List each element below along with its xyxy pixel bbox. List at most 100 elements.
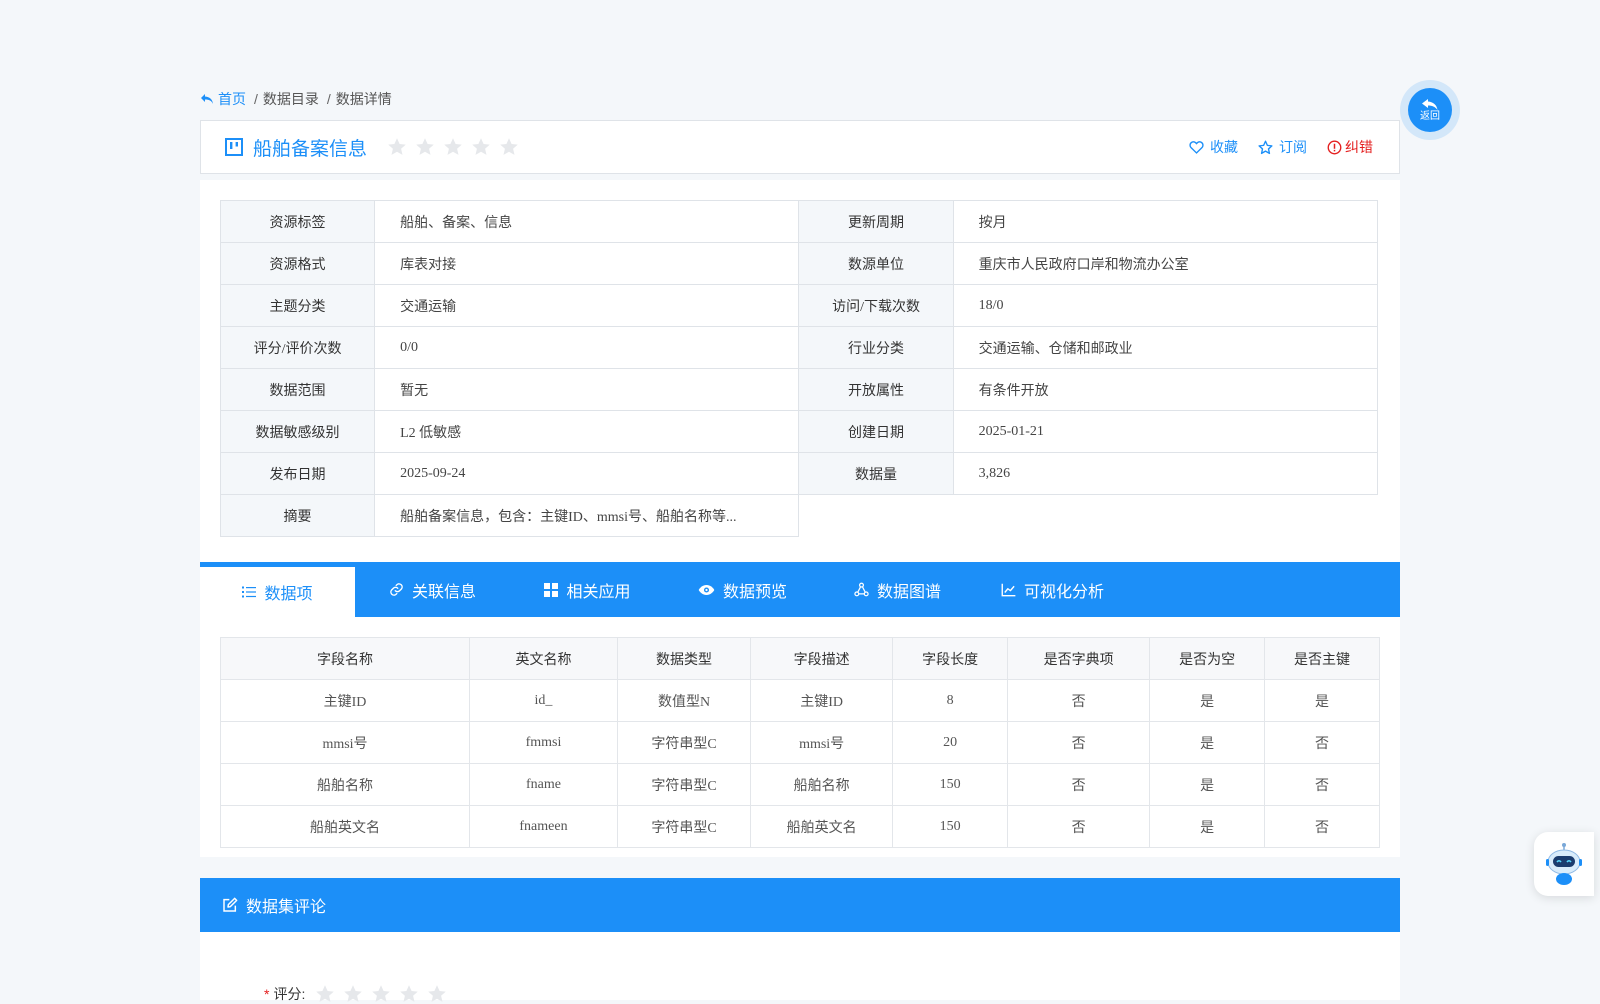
tab-data-graph[interactable]: 数据图谱 bbox=[820, 562, 975, 617]
table-cell: 否 bbox=[1007, 721, 1151, 764]
info-value: 2025-09-24 bbox=[374, 452, 800, 495]
favorite-button[interactable]: 收藏 bbox=[1189, 137, 1238, 157]
star-icon[interactable] bbox=[499, 137, 519, 157]
table-cell: 船舶名称 bbox=[750, 763, 894, 806]
line-chart-icon bbox=[1001, 583, 1016, 596]
star-icon[interactable] bbox=[387, 137, 407, 157]
star-icon[interactable] bbox=[371, 984, 391, 1004]
table-cell: 主键ID bbox=[750, 679, 894, 722]
breadcrumb: 首页 / 数据目录 / 数据详情 bbox=[200, 88, 392, 110]
info-value: 暂无 bbox=[374, 368, 800, 411]
star-icon[interactable] bbox=[399, 984, 419, 1004]
table-cell: 8 bbox=[892, 679, 1009, 722]
tab-data-items[interactable]: 数据项 bbox=[200, 562, 355, 617]
info-key: 发布日期 bbox=[219, 452, 376, 495]
table-cell: 主键ID bbox=[220, 679, 470, 722]
info-row: 评分/评价次数 0/0 行业分类 交通运输、仓储和邮政业 bbox=[219, 326, 1379, 369]
star-icon[interactable] bbox=[471, 137, 491, 157]
table-cell: 是 bbox=[1149, 679, 1266, 722]
table-cell: 否 bbox=[1264, 721, 1380, 764]
tab-data-preview[interactable]: 数据预览 bbox=[665, 562, 820, 617]
table-cell: fmmsi bbox=[469, 721, 618, 764]
comments-title: 数据集评论 bbox=[246, 899, 327, 916]
table-cell: 字符串型C bbox=[616, 763, 752, 806]
table-cell: 否 bbox=[1264, 805, 1380, 848]
table-cell: 是 bbox=[1264, 679, 1380, 722]
page-title: 船舶备案信息 bbox=[253, 138, 368, 160]
info-key: 数源单位 bbox=[798, 242, 954, 285]
info-key: 行业分类 bbox=[798, 326, 954, 369]
table-cell: 20 bbox=[892, 721, 1009, 764]
column-header: 英文名称 bbox=[469, 637, 618, 680]
dataset-title-bar: 船舶备案信息 收藏 订阅 纠错 bbox=[200, 120, 1400, 174]
table-cell: 是 bbox=[1149, 721, 1266, 764]
comments-header: 数据集评论 bbox=[200, 878, 1400, 932]
info-row: 发布日期 2025-09-24 数据量 3,826 bbox=[219, 452, 1379, 495]
info-key: 摘要 bbox=[219, 494, 376, 537]
star-icon[interactable] bbox=[343, 984, 363, 1004]
info-key: 资源格式 bbox=[219, 242, 376, 285]
subscribe-label: 订阅 bbox=[1279, 139, 1307, 155]
info-value: L2 低敏感 bbox=[374, 410, 800, 453]
breadcrumb-item-catalog[interactable]: 数据目录 bbox=[263, 89, 319, 109]
table-cell: fnameen bbox=[469, 805, 618, 848]
info-value: 重庆市人民政府口岸和物流办公室 bbox=[952, 242, 1379, 285]
star-icon[interactable] bbox=[443, 137, 463, 157]
favorite-label: 收藏 bbox=[1210, 139, 1238, 155]
comment-rating-row: * 评分: bbox=[264, 984, 447, 1004]
comments-body: * 评分: bbox=[200, 932, 1400, 1002]
table-cell: 150 bbox=[892, 763, 1009, 806]
info-key: 创建日期 bbox=[798, 410, 954, 453]
data-items-panel: 字段名称 英文名称 数据类型 字段描述 字段长度 是否字典项 是否为空 是否主键… bbox=[200, 617, 1400, 857]
comment-rating-stars bbox=[315, 984, 447, 1004]
report-error-button[interactable]: 纠错 bbox=[1327, 137, 1373, 157]
back-button[interactable]: 返回 bbox=[1400, 80, 1460, 140]
info-key: 数据范围 bbox=[219, 368, 376, 411]
tab-related-apps[interactable]: 相关应用 bbox=[510, 562, 665, 617]
tab-related-info[interactable]: 关联信息 bbox=[355, 562, 510, 617]
table-cell: fname bbox=[469, 763, 618, 806]
breadcrumb-home-link[interactable]: 首页 bbox=[200, 89, 246, 109]
info-value: 船舶备案信息，包含：主键ID、mmsi号、船舶名称等... bbox=[374, 494, 800, 537]
grid-icon bbox=[544, 582, 559, 597]
table-cell: 船舶英文名 bbox=[750, 805, 894, 848]
dataset-info-table: 资源标签 船舶、备案、信息 更新周期 按月 资源格式 库表对接 数源单位 重庆市… bbox=[219, 200, 1379, 537]
graph-icon bbox=[854, 582, 869, 597]
tab-visual-analysis[interactable]: 可视化分析 bbox=[975, 562, 1130, 617]
star-icon[interactable] bbox=[415, 137, 435, 157]
table-cell: 否 bbox=[1007, 805, 1151, 848]
reply-arrow-icon bbox=[201, 93, 213, 104]
table-cell: mmsi号 bbox=[750, 721, 894, 764]
ai-assistant-button[interactable] bbox=[1534, 832, 1594, 896]
info-empty-cell bbox=[799, 495, 1378, 537]
title-actions: 收藏 订阅 纠错 bbox=[1189, 137, 1373, 157]
detail-tabs: 数据项 关联信息 相关应用 数据预览 数据图谱 可视化分析 bbox=[200, 562, 1400, 617]
breadcrumb-separator: / bbox=[254, 91, 258, 107]
info-key: 评分/评价次数 bbox=[219, 326, 376, 369]
link-icon bbox=[390, 583, 403, 596]
star-icon[interactable] bbox=[315, 984, 335, 1004]
table-cell: 否 bbox=[1264, 763, 1380, 806]
table-row: mmsi号 fmmsi 字符串型C mmsi号 20 否 是 否 bbox=[220, 721, 1380, 764]
info-row: 主题分类 交通运输 访问/下载次数 18/0 bbox=[219, 284, 1379, 327]
info-key: 数据敏感级别 bbox=[219, 410, 376, 453]
info-key: 开放属性 bbox=[798, 368, 954, 411]
tab-label: 相关应用 bbox=[566, 583, 631, 601]
info-value: 3,826 bbox=[952, 452, 1379, 495]
star-icon[interactable] bbox=[427, 984, 447, 1004]
info-value: 库表对接 bbox=[374, 242, 800, 285]
info-key: 访问/下载次数 bbox=[798, 284, 954, 327]
subscribe-button[interactable]: 订阅 bbox=[1258, 137, 1307, 157]
tab-label: 可视化分析 bbox=[1023, 583, 1104, 601]
table-cell: 150 bbox=[892, 805, 1009, 848]
info-key: 数据量 bbox=[798, 452, 954, 495]
table-cell: 船舶英文名 bbox=[220, 805, 470, 848]
board-icon bbox=[225, 138, 243, 156]
heart-icon bbox=[1189, 141, 1204, 154]
info-key: 资源标签 bbox=[219, 200, 376, 243]
tab-label: 关联信息 bbox=[411, 583, 476, 601]
tab-label: 数据图谱 bbox=[876, 583, 941, 601]
info-key: 更新周期 bbox=[798, 200, 954, 243]
table-cell: 数值型N bbox=[616, 679, 752, 722]
breadcrumb-home-label: 首页 bbox=[218, 91, 246, 107]
